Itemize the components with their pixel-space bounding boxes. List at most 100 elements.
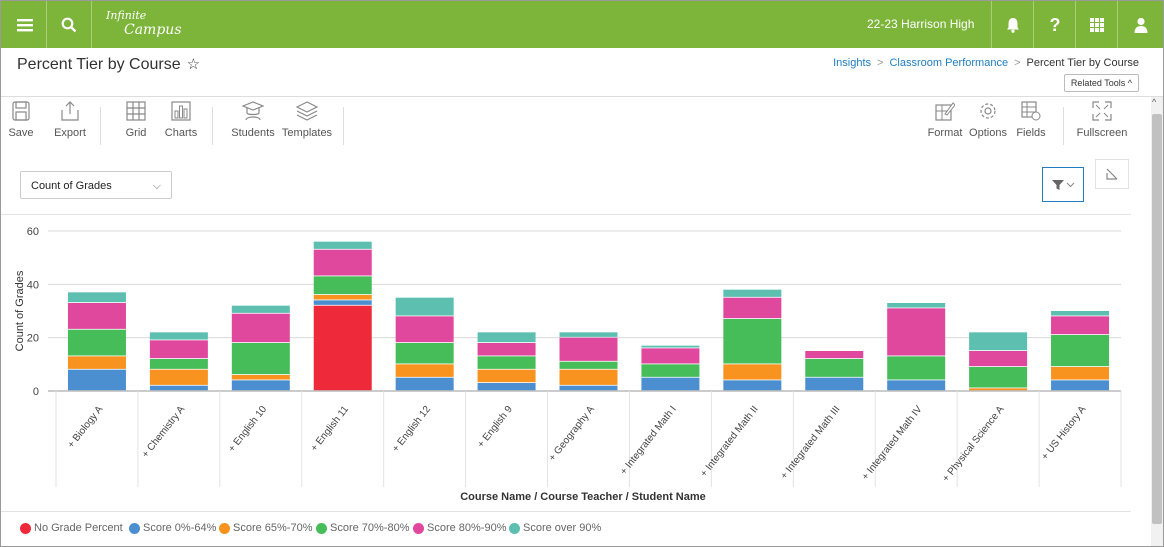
bar-segment [67,329,126,356]
collapse-panel-button[interactable] [1095,159,1129,189]
legend-item-score-over-90[interactable]: Score over 90% [509,522,601,534]
legend-item-score-80-90[interactable]: Score 80%-90% [413,522,507,534]
breadcrumb-insights[interactable]: Insights [833,57,871,69]
bar-segment [559,369,618,385]
fields-settings-icon [1021,101,1041,121]
bar-segment [805,359,864,377]
bar-segment [313,241,372,249]
bar-segment [641,345,700,348]
legend-label: No Grade Percent [34,522,123,534]
bar-segment [969,388,1028,391]
measure-dropdown-value: Count of Grades [31,180,112,192]
bar-segment [149,369,208,385]
chart-area: 0 20 40 60 + Biology A + Chemistry A + English… [1,214,1131,512]
infinite-campus-logo[interactable]: Infinite Campus [106,9,182,37]
export-button[interactable]: Export [51,101,89,139]
graduation-cap-icon [242,101,264,121]
user-account-icon[interactable] [1121,1,1161,48]
fullscreen-icon [1092,101,1112,121]
scroll-up-arrow-icon[interactable]: ^ [1152,97,1156,107]
stacked-bar-chart: 0 20 40 60 + Biology A + Chemistry A + English… [14,226,1122,503]
bar-segment [395,297,454,316]
help-icon[interactable]: ? [1035,1,1075,48]
legend-item-no-grade[interactable]: No Grade Percent [20,522,123,534]
page-title-text: Percent Tier by Course [17,56,181,73]
bell-icon[interactable] [993,1,1033,48]
bar-segment [231,305,290,313]
legend-item-score-0-64[interactable]: Score 0%-64% [129,522,216,534]
report-toolbar: Save Export Grid Charts Students Templat… [1,97,1141,155]
bar-segment [1051,380,1110,391]
breadcrumb-current: Percent Tier by Course [1026,57,1140,69]
bar-segment [559,332,618,337]
menu-icon[interactable] [5,1,45,48]
bar-segment [887,380,946,391]
breadcrumb: Insights > Classroom Performance > Percent T… [833,57,1139,69]
grid-view-button[interactable]: Grid [124,101,148,139]
export-icon [61,101,79,121]
school-selector[interactable]: 22-23 Harrison High [867,1,974,48]
fullscreen-button[interactable]: Fullscreen [1076,101,1128,139]
bar-segment [477,383,536,391]
bar-segment [477,356,536,369]
format-edit-icon [935,102,955,121]
apps-grid-icon[interactable] [1077,1,1117,48]
legend-item-score-65-70[interactable]: Score 65%-70% [219,522,313,534]
x-tick-label: + Physical Science A [940,404,1006,484]
x-tick-label: + Chemistry A [140,404,187,460]
x-tick-label: + English 10 [226,404,269,455]
filter-icon [1052,179,1075,190]
bar-segment [641,377,700,391]
save-button[interactable]: Save [8,101,34,139]
templates-button[interactable]: Templates [281,101,333,139]
chart-legend: No Grade Percent Score 0%-64% Score 65%-… [1,511,1131,546]
options-button[interactable]: Options [969,101,1007,139]
legend-dot [219,522,230,534]
layers-icon [296,101,318,121]
bar-segment [805,377,864,391]
fields-button[interactable]: Fields [1016,101,1046,139]
y-tick-label: 60 [27,226,39,238]
bar-segment [723,364,782,380]
bar-segment [67,356,126,369]
breadcrumb-chevron-icon: > [877,57,884,69]
measure-dropdown[interactable]: Count of Grades ⌵ [20,171,172,199]
bar-segment [313,249,372,276]
favorite-star-icon[interactable]: ☆ [187,56,200,73]
export-label: Export [54,127,86,139]
search-icon[interactable] [49,1,89,48]
bar-segment [149,385,208,391]
svg-text:?: ? [1050,16,1061,34]
legend-dot [509,522,520,534]
bar-segment [477,343,536,356]
x-tick-label: + Integrated Math III [779,404,843,482]
bar-segment [559,361,618,369]
breadcrumb-classroom-performance[interactable]: Classroom Performance [889,57,1008,69]
legend-dot [413,522,424,534]
bar-segment [313,295,372,300]
bar-segment [395,377,454,391]
bar-segment [1051,335,1110,367]
bar-segment [149,332,208,340]
charts-view-button[interactable]: Charts [163,101,199,139]
format-button[interactable]: Format [927,101,963,139]
bar-segment [395,343,454,364]
bar-segment [395,316,454,343]
format-label: Format [927,127,963,139]
bar-segment [969,332,1028,351]
bar-segment [887,308,946,356]
scrollbar-thumb[interactable] [1152,114,1162,524]
chevron-down-icon: ⌵ [152,180,161,192]
bar-segment [641,348,700,364]
legend-label: Score 70%-80% [330,522,410,534]
students-button[interactable]: Students [231,101,275,139]
bar-segment [723,380,782,391]
x-tick-label: + Integrated Math IV [860,404,925,483]
filter-button[interactable] [1042,167,1084,202]
bar-segment [149,359,208,369]
x-tick-label: + English 11 [309,404,352,454]
bar-segment [723,289,782,297]
legend-item-score-70-80[interactable]: Score 70%-80% [316,522,410,534]
related-tools-button[interactable]: Related Tools ^ [1063,74,1139,92]
bar-chart-icon [171,101,191,121]
